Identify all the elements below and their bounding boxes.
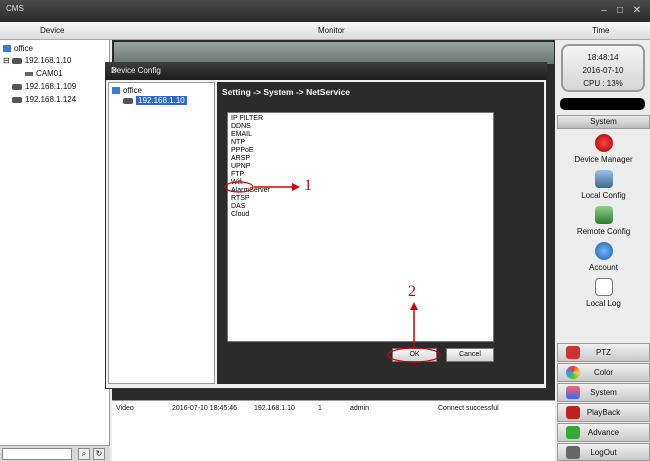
step-2-label: 2 bbox=[408, 283, 416, 300]
step-1-label: 1 bbox=[304, 177, 312, 194]
ok-highlight-ellipse bbox=[387, 347, 441, 363]
annotation-overlay bbox=[224, 181, 441, 363]
arrowhead-2 bbox=[410, 302, 418, 310]
arrowhead-1 bbox=[292, 183, 300, 191]
wifi-highlight-ellipse bbox=[224, 181, 254, 193]
